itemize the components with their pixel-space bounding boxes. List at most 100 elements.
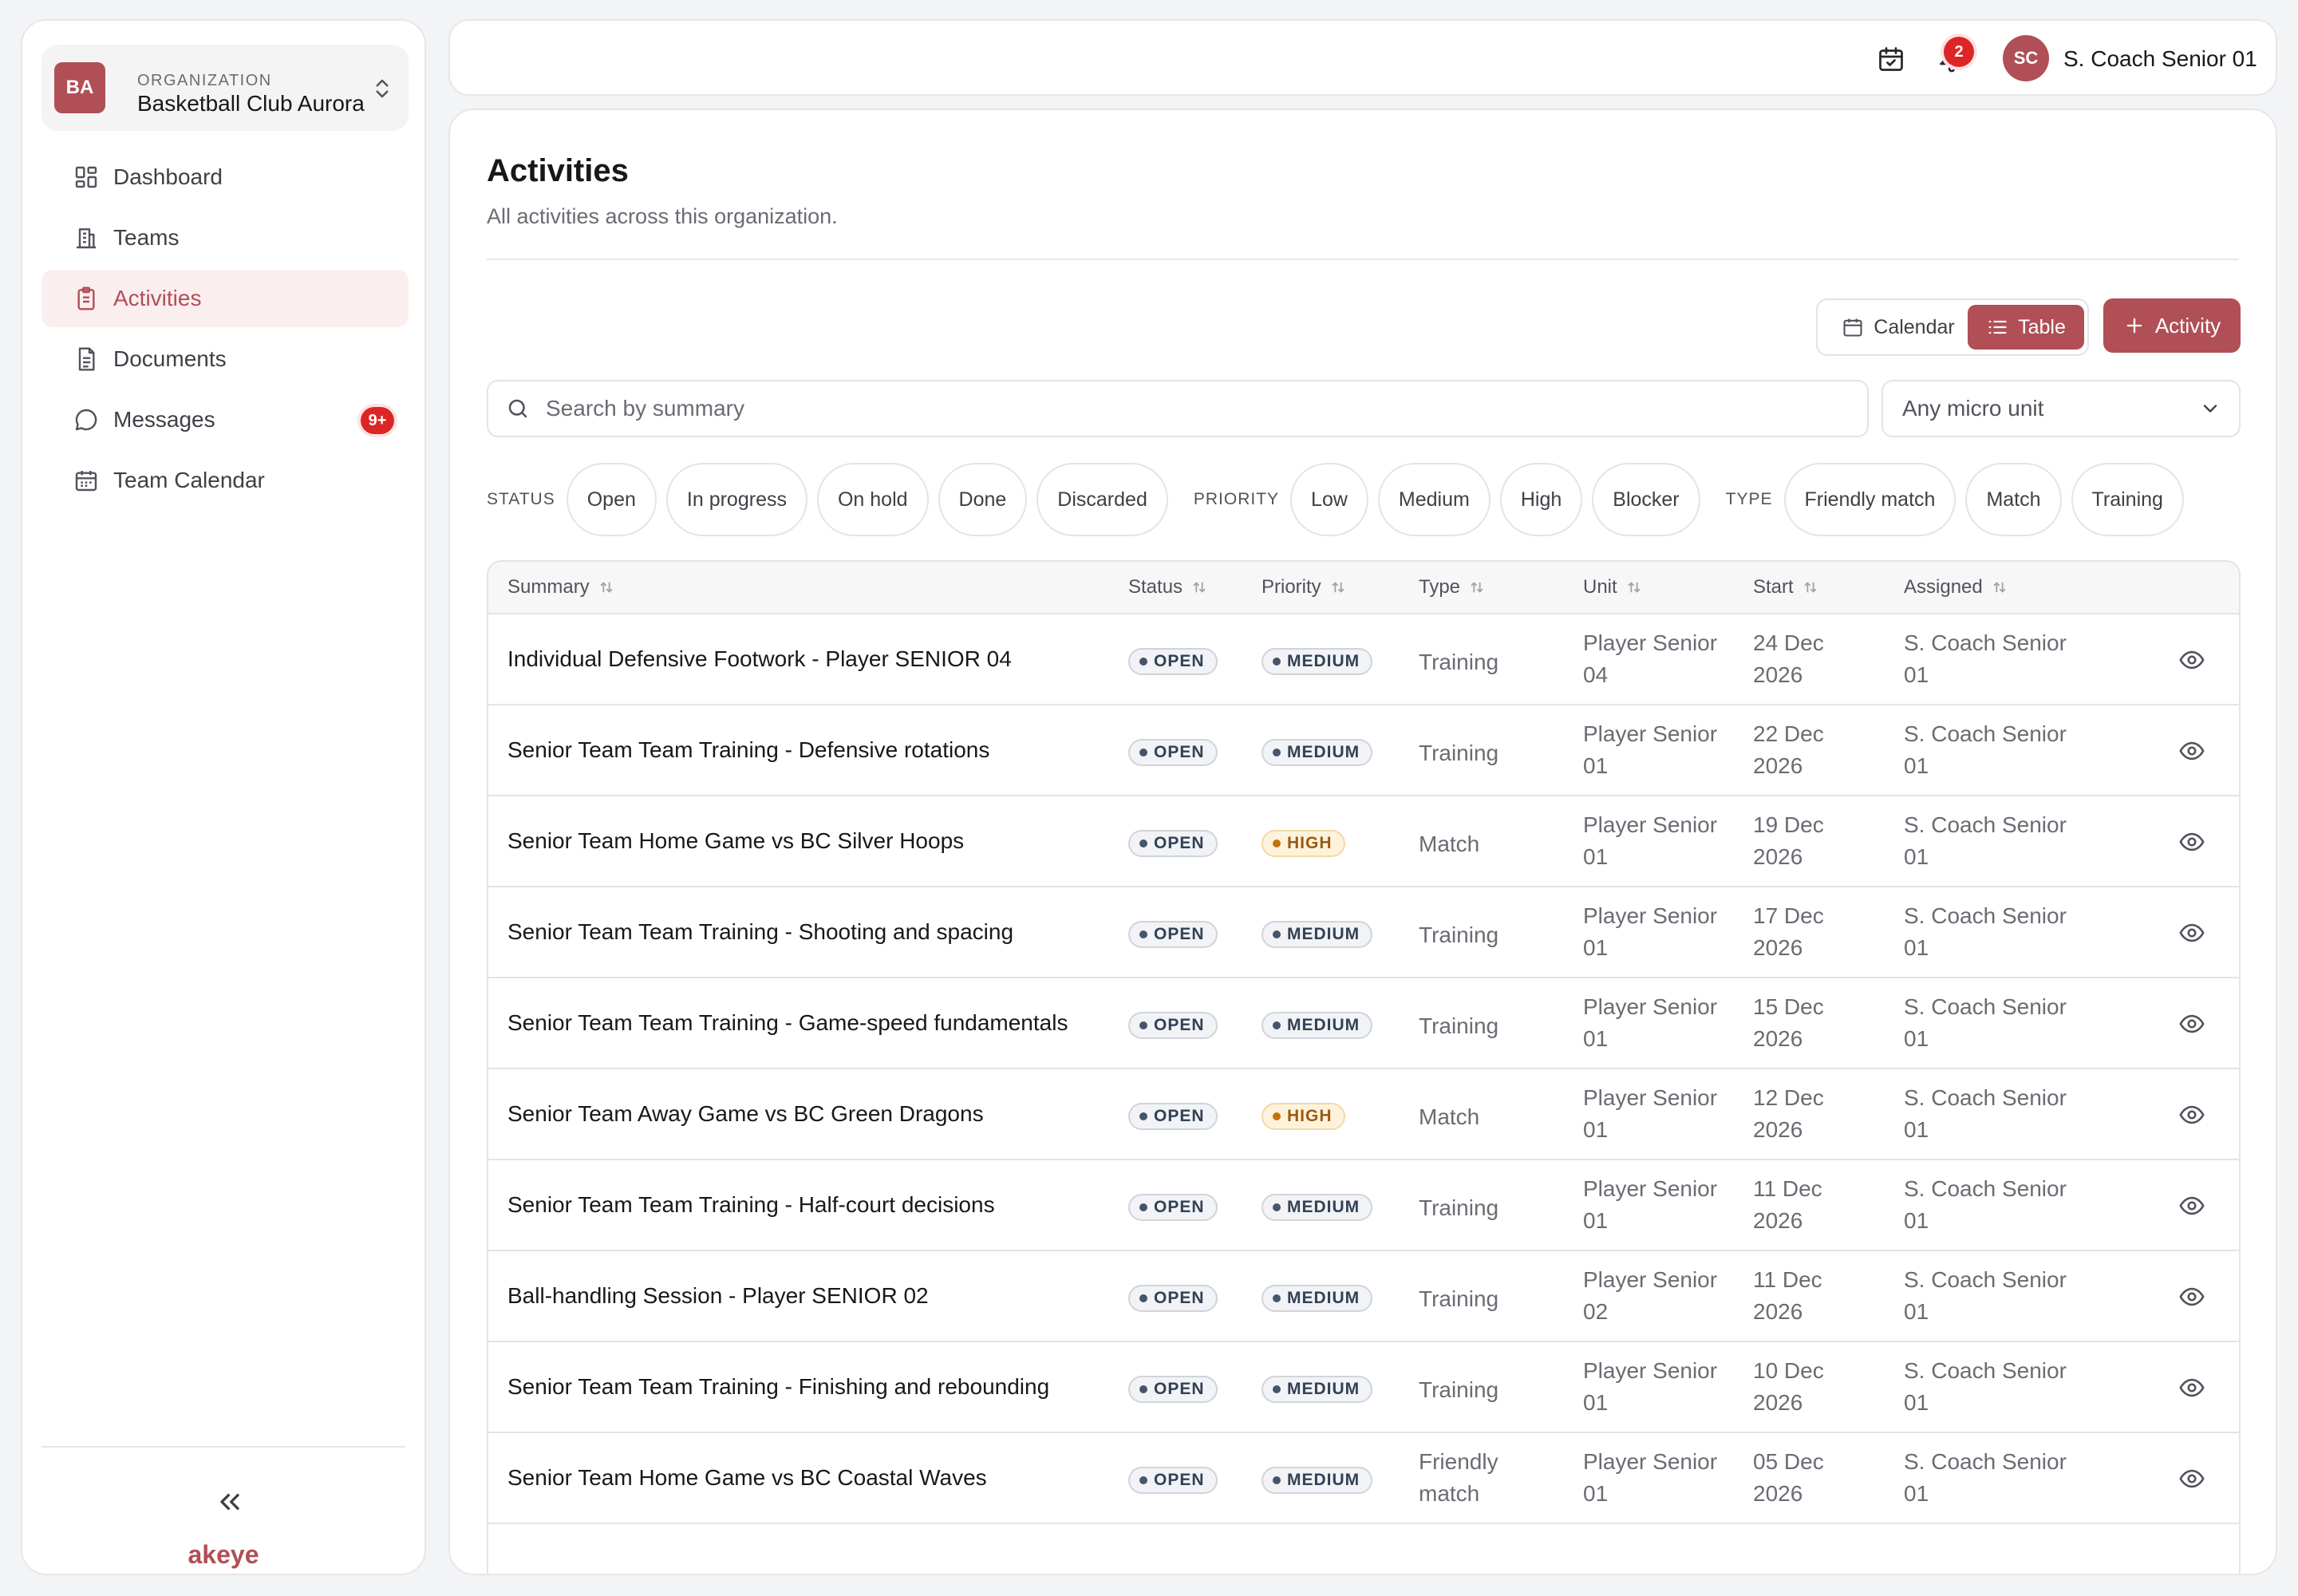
table-row[interactable]: Individual Defensive Footwork - Player S… bbox=[488, 614, 2239, 705]
add-activity-button[interactable]: Activity bbox=[2103, 298, 2241, 353]
calendar-check-icon[interactable] bbox=[1877, 45, 1905, 73]
filter-chip-priority-medium[interactable]: Medium bbox=[1377, 463, 1491, 536]
row-priority: HIGH bbox=[1262, 1103, 1345, 1130]
collapse-sidebar-icon[interactable] bbox=[214, 1486, 246, 1518]
row-status: OPEN bbox=[1128, 1376, 1218, 1403]
table-row[interactable]: Senior Team Team Training - Shooting and… bbox=[488, 887, 2239, 978]
column-header-summary[interactable]: Summary bbox=[507, 576, 615, 598]
priority-badge: MEDIUM bbox=[1262, 1467, 1373, 1494]
message-icon bbox=[75, 409, 97, 431]
row-summary: Individual Defensive Footwork - Player S… bbox=[507, 646, 1012, 671]
sidebar: BA ORGANIZATION Basketball Club Aurora D… bbox=[21, 19, 426, 1575]
priority-dot bbox=[1273, 749, 1281, 757]
status-dot bbox=[1139, 1385, 1147, 1393]
eye-icon[interactable] bbox=[2178, 1374, 2205, 1401]
status-badge: OPEN bbox=[1128, 1467, 1218, 1494]
sidebar-item-label: Team Calendar bbox=[113, 468, 265, 492]
column-header-unit[interactable]: Unit bbox=[1583, 576, 1643, 598]
row-type: Training bbox=[1419, 1286, 1499, 1311]
table-row[interactable]: Senior Team Team Training - Defensive ro… bbox=[488, 705, 2239, 796]
eye-icon[interactable] bbox=[2178, 1101, 2205, 1128]
column-header-type[interactable]: Type bbox=[1419, 576, 1486, 598]
table-row[interactable]: Senior Team Team Training - Half-court d… bbox=[488, 1160, 2239, 1251]
row-status: OPEN bbox=[1128, 1194, 1218, 1221]
sort-icon bbox=[1804, 582, 1817, 593]
micro-unit-select[interactable]: Any micro unit bbox=[1881, 380, 2241, 437]
table-row[interactable]: Senior Team Away Game vs BC Green Dragon… bbox=[488, 1069, 2239, 1160]
table-row[interactable]: Senior Team Team Training - Finishing an… bbox=[488, 1342, 2239, 1433]
user-avatar[interactable]: SC bbox=[2003, 35, 2049, 81]
filter-chip-status-on-hold[interactable]: On hold bbox=[816, 463, 929, 536]
activities-table: Summary Status Priority Type Unit Start … bbox=[487, 560, 2241, 1574]
filter-chip-priority-high[interactable]: High bbox=[1499, 463, 1583, 536]
priority-dot bbox=[1273, 839, 1281, 847]
row-type: Training bbox=[1419, 1013, 1499, 1038]
calendar-view-button[interactable]: Calendar bbox=[1822, 305, 1974, 350]
status-dot bbox=[1139, 1476, 1147, 1484]
row-unit: Player Senior 01 bbox=[1583, 994, 1718, 1051]
eye-icon[interactable] bbox=[2178, 919, 2205, 946]
sidebar-item-label: Activities bbox=[113, 286, 202, 310]
sidebar-item-documents[interactable]: Documents bbox=[41, 330, 409, 388]
row-start: 15 Dec 2026 bbox=[1753, 994, 1824, 1051]
brand-logo: akeye bbox=[188, 1540, 259, 1569]
table-row[interactable]: Senior Team Team Training - Game-speed f… bbox=[488, 978, 2239, 1069]
column-header-label: Summary bbox=[507, 576, 590, 598]
priority-dot bbox=[1273, 930, 1281, 938]
eye-icon[interactable] bbox=[2178, 1465, 2205, 1492]
status-badge: OPEN bbox=[1128, 921, 1218, 948]
eye-icon[interactable] bbox=[2178, 1192, 2205, 1219]
row-type: Training bbox=[1419, 650, 1499, 674]
filter-chip-priority-low[interactable]: Low bbox=[1290, 463, 1368, 536]
filter-chip-priority-blocker[interactable]: Blocker bbox=[1592, 463, 1700, 536]
eye-icon[interactable] bbox=[2178, 1010, 2205, 1037]
filter-chip-type-friendly-match[interactable]: Friendly match bbox=[1783, 463, 1956, 536]
column-header-priority[interactable]: Priority bbox=[1262, 576, 1347, 598]
sidebar-item-activities[interactable]: Activities bbox=[41, 270, 409, 327]
filter-chip-status-discarded[interactable]: Discarded bbox=[1036, 463, 1168, 536]
eye-icon[interactable] bbox=[2178, 737, 2205, 764]
status-badge-label: OPEN bbox=[1154, 1016, 1205, 1034]
priority-dot bbox=[1273, 1385, 1281, 1393]
sidebar-item-dashboard[interactable]: Dashboard bbox=[41, 148, 409, 206]
filter-chip-status-done[interactable]: Done bbox=[938, 463, 1028, 536]
filter-chip-type-training[interactable]: Training bbox=[2071, 463, 2184, 536]
sidebar-item-team-calendar[interactable]: Team Calendar bbox=[41, 452, 409, 509]
table-row[interactable]: Ball-handling Session - Player SENIOR 02… bbox=[488, 1251, 2239, 1342]
org-switcher[interactable]: BA ORGANIZATION Basketball Club Aurora bbox=[41, 45, 409, 131]
row-start: 17 Dec 2026 bbox=[1753, 903, 1824, 960]
sidebar-item-teams[interactable]: Teams bbox=[41, 209, 409, 267]
row-unit: Player Senior 01 bbox=[1583, 721, 1718, 778]
column-header-assigned[interactable]: Assigned bbox=[1904, 576, 2008, 598]
eye-icon[interactable] bbox=[2178, 828, 2205, 855]
priority-badge-label: MEDIUM bbox=[1287, 1289, 1360, 1307]
filter-chip-type-match[interactable]: Match bbox=[1965, 463, 2062, 536]
priority-badge-label: MEDIUM bbox=[1287, 1380, 1360, 1398]
user-name[interactable]: S. Coach Senior 01 bbox=[2063, 46, 2257, 72]
table-row[interactable]: Senior Team Home Game vs BC Silver Hoops… bbox=[488, 796, 2239, 887]
sidebar-item-messages[interactable]: Messages 9+ bbox=[41, 391, 409, 448]
eye-icon[interactable] bbox=[2178, 1283, 2205, 1310]
row-unit: Player Senior 02 bbox=[1583, 1267, 1718, 1324]
table-row[interactable]: Senior Team Home Game vs BC Coastal Wave… bbox=[488, 1433, 2239, 1524]
row-priority: MEDIUM bbox=[1262, 1194, 1373, 1221]
column-header-status[interactable]: Status bbox=[1128, 576, 1208, 598]
row-type: Match bbox=[1419, 1104, 1480, 1129]
filter-chip-status-in-progress[interactable]: In progress bbox=[665, 463, 807, 536]
column-header-start[interactable]: Start bbox=[1753, 576, 1819, 598]
status-badge-label: OPEN bbox=[1154, 834, 1205, 852]
chevron-up-down-icon bbox=[376, 79, 389, 98]
row-unit: Player Senior 01 bbox=[1583, 1085, 1718, 1142]
status-dot bbox=[1139, 1203, 1147, 1211]
row-type: Match bbox=[1419, 832, 1480, 856]
search-input[interactable] bbox=[546, 396, 1822, 421]
priority-filter-label: PRIORITY bbox=[1193, 490, 1280, 508]
priority-badge-label: HIGH bbox=[1287, 834, 1333, 852]
dashboard-icon bbox=[75, 166, 97, 188]
filter-chip-status-open[interactable]: Open bbox=[566, 463, 657, 536]
sidebar-divider bbox=[41, 1446, 405, 1448]
priority-dot bbox=[1273, 1112, 1281, 1120]
eye-icon[interactable] bbox=[2178, 646, 2205, 674]
table-view-button[interactable]: Table bbox=[1968, 305, 2084, 350]
row-type: Training bbox=[1419, 741, 1499, 765]
